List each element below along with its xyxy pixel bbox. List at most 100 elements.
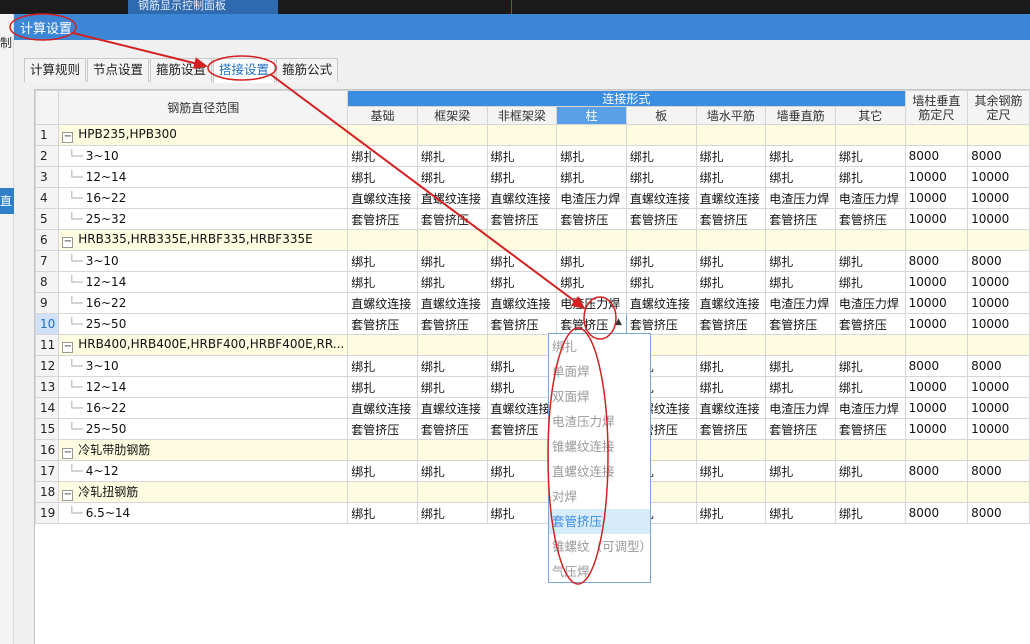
grid-cell[interactable]: 绑扎: [834, 355, 906, 377]
grid-cell[interactable]: 10000: [904, 208, 969, 230]
grid-cell[interactable]: 绑扎: [486, 271, 558, 293]
grid-cell[interactable]: 直螺纹连接: [486, 187, 558, 209]
grid-cell[interactable]: 10000: [967, 397, 1030, 419]
grid-cell[interactable]: 套管挤压: [765, 208, 836, 230]
grid-cell[interactable]: 绑扎: [834, 166, 906, 188]
grid-cell[interactable]: 套管挤压: [834, 313, 906, 335]
grid-cell[interactable]: 直螺纹连接: [416, 292, 488, 314]
grid-cell[interactable]: 绑扎: [695, 145, 767, 167]
collapse-icon[interactable]: −: [62, 237, 74, 248]
grid-cell[interactable]: [556, 124, 627, 146]
grid-cell[interactable]: 绑扎: [347, 166, 418, 188]
grid-cell[interactable]: [347, 229, 418, 251]
grid-cell[interactable]: 10000: [967, 376, 1030, 398]
table-row[interactable]: 7 └─ 3~10 绑扎 绑扎 绑扎 绑扎 绑扎 绑扎 绑扎 绑扎 8000 8000: [34, 250, 1030, 272]
grid-cell[interactable]: 10000: [967, 271, 1030, 293]
grid-cell[interactable]: 电渣压力焊: [834, 187, 906, 209]
grid-cell[interactable]: 直螺纹连接: [486, 397, 558, 419]
grid-cell[interactable]: 绑扎: [416, 355, 488, 377]
grid-cell[interactable]: 绑扎: [416, 460, 488, 482]
grid-cell[interactable]: 绑扎: [765, 502, 836, 524]
grid-cell[interactable]: [834, 229, 906, 251]
grid-cell[interactable]: [765, 334, 836, 356]
grid-cell[interactable]: 直螺纹连接: [416, 187, 488, 209]
grid-cell[interactable]: 直螺纹连接: [625, 187, 697, 209]
grid-cell[interactable]: 10000: [904, 313, 969, 335]
grid-cell[interactable]: 8000: [904, 250, 969, 272]
grid-cell[interactable]: 10000: [904, 187, 969, 209]
grid-cell[interactable]: 绑扎: [416, 166, 488, 188]
window-titlebar[interactable]: 计算设置: [14, 14, 1030, 40]
grid-cell[interactable]: 套管挤压: [625, 313, 697, 335]
grid-cell[interactable]: 8000: [967, 250, 1030, 272]
grid-cell[interactable]: 套管挤压: [347, 208, 418, 230]
grid-cell[interactable]: 直螺纹连接: [695, 187, 767, 209]
grid-cell[interactable]: 套管挤压: [765, 418, 836, 440]
grid-cell[interactable]: 绑扎: [765, 250, 836, 272]
grid-cell[interactable]: 电渣压力焊: [834, 292, 906, 314]
grid-cell[interactable]: [904, 334, 969, 356]
grid-cell[interactable]: 10000: [967, 208, 1030, 230]
grid-cell[interactable]: 绑扎: [834, 271, 906, 293]
grid-cell[interactable]: 绑扎: [556, 250, 627, 272]
grid-cell[interactable]: [834, 124, 906, 146]
table-row[interactable]: 15 └─ 25~50 套管挤压 套管挤压 套管挤压 套管挤压 套管挤压 套管挤压 套管挤压 100…: [34, 418, 1030, 440]
grid-cell[interactable]: 绑扎: [347, 250, 418, 272]
grid-cell[interactable]: 直螺纹连接: [695, 397, 767, 419]
grid-cell[interactable]: 绑扎: [695, 250, 767, 272]
grid-cell[interactable]: 10000: [967, 166, 1030, 188]
grid-cell[interactable]: [416, 481, 488, 503]
table-row[interactable]: 10 └─ 25~50 套管挤压 套管挤压 套管挤压 套管挤压 ▲ 套管挤压 套管挤压 套管挤压 套管…: [34, 313, 1030, 335]
grid-cell[interactable]: 8000: [904, 460, 969, 482]
grid-cell[interactable]: [347, 124, 418, 146]
grid-cell[interactable]: [625, 124, 697, 146]
grid-cell[interactable]: [834, 439, 906, 461]
grid-cell[interactable]: 直螺纹连接: [486, 292, 558, 314]
grid-cell[interactable]: 绑扎: [765, 271, 836, 293]
grid-cell[interactable]: 绑扎: [347, 145, 418, 167]
grid-cell[interactable]: 10000: [904, 271, 969, 293]
collapse-icon[interactable]: −: [62, 448, 74, 459]
grid-cell[interactable]: 绑扎: [834, 502, 906, 524]
grid-cell[interactable]: 绑扎: [695, 376, 767, 398]
grid-cell[interactable]: [486, 229, 558, 251]
grid-cell[interactable]: [967, 124, 1030, 146]
grid-cell[interactable]: 套管挤压: [416, 418, 488, 440]
grid-cell[interactable]: 绑扎: [695, 166, 767, 188]
grid-cell[interactable]: 绑扎: [347, 355, 418, 377]
grid-cell[interactable]: 绑扎: [765, 376, 836, 398]
grid-cell[interactable]: [695, 334, 767, 356]
table-row[interactable]: 18− 冷轧扭钢筋: [34, 481, 1030, 503]
grid-cell[interactable]: 绑扎: [486, 376, 558, 398]
table-row[interactable]: 4 └─ 16~22 直螺纹连接 直螺纹连接 直螺纹连接 电渣压力焊 直螺纹连接 直螺纹连接 电渣…: [34, 187, 1030, 209]
grid-cell[interactable]: 直螺纹连接: [347, 292, 418, 314]
grid-cell[interactable]: 套管挤压: [416, 313, 488, 335]
table-row[interactable]: 16− 冷轧带肋钢筋: [34, 439, 1030, 461]
dropdown-option[interactable]: 单面焊: [549, 359, 650, 384]
grid-cell[interactable]: [904, 481, 969, 503]
grid-cell[interactable]: [486, 334, 558, 356]
grid-cell[interactable]: 8000: [967, 145, 1030, 167]
table-row[interactable]: 6− HRB335,HRB335E,HRBF335,HRBF335E: [34, 229, 1030, 251]
dropdown-option[interactable]: 直螺纹连接: [549, 459, 650, 484]
grid-cell[interactable]: 电渣压力焊: [556, 292, 627, 314]
dropdown-option[interactable]: 电渣压力焊: [549, 409, 650, 434]
table-row[interactable]: 19└─6.5~14绑扎绑扎绑扎绑扎绑扎绑扎绑扎80008000: [34, 502, 1030, 524]
collapse-icon[interactable]: −: [62, 490, 74, 501]
grid-cell[interactable]: 绑扎: [486, 502, 558, 524]
grid-cell[interactable]: 套管挤压: [834, 418, 906, 440]
grid-cell[interactable]: 套管挤压: [416, 208, 488, 230]
grid-cell[interactable]: 10000: [904, 418, 969, 440]
grid-cell[interactable]: 套管挤压: [834, 208, 906, 230]
grid-cell[interactable]: 8000: [904, 502, 969, 524]
collapse-icon[interactable]: −: [62, 132, 74, 143]
grid-cell[interactable]: [347, 439, 418, 461]
grid-cell[interactable]: [486, 439, 558, 461]
grid-cell[interactable]: 绑扎: [556, 166, 627, 188]
grid-cell[interactable]: [967, 334, 1030, 356]
table-row[interactable]: 3 └─ 12~14 绑扎 绑扎 绑扎 绑扎 绑扎 绑扎 绑扎 绑扎 10000 10000: [34, 166, 1030, 188]
grid-cell[interactable]: 8000: [967, 355, 1030, 377]
grid-cell[interactable]: 绑扎: [765, 145, 836, 167]
grid-cell[interactable]: [486, 481, 558, 503]
grid-cell[interactable]: 10000: [904, 376, 969, 398]
